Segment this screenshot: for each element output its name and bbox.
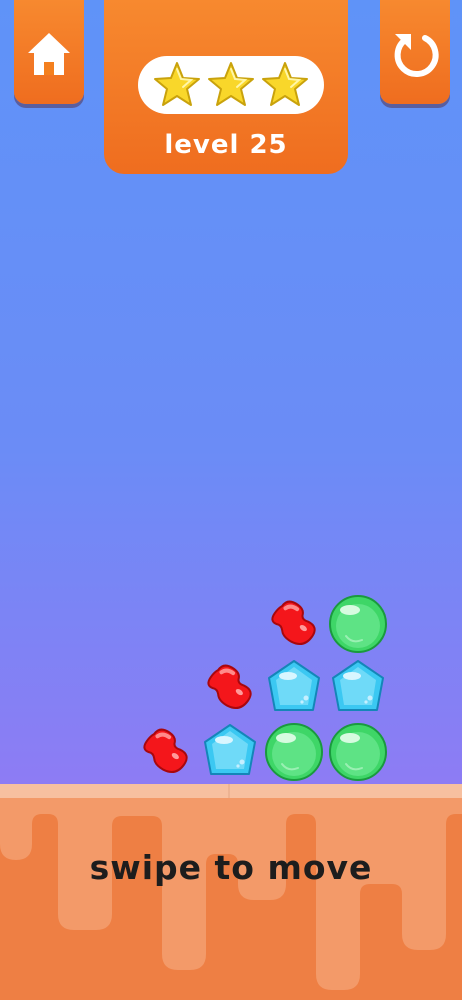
blue-gem-candy[interactable] (198, 720, 262, 788)
blue-gem-candy[interactable] (262, 656, 326, 724)
red-jelly-bean-candy[interactable] (134, 720, 198, 788)
blue-gem-candy[interactable] (326, 656, 390, 724)
red-jelly-bean-candy[interactable] (262, 592, 326, 660)
ground-drips (0, 784, 462, 1000)
swipe-hint: swipe to move (89, 848, 373, 887)
green-bubble-candy[interactable] (262, 720, 326, 788)
green-bubble-candy[interactable] (326, 720, 390, 788)
red-jelly-bean-candy[interactable] (198, 656, 262, 724)
ground (0, 784, 462, 1000)
green-bubble-candy[interactable] (326, 592, 390, 660)
